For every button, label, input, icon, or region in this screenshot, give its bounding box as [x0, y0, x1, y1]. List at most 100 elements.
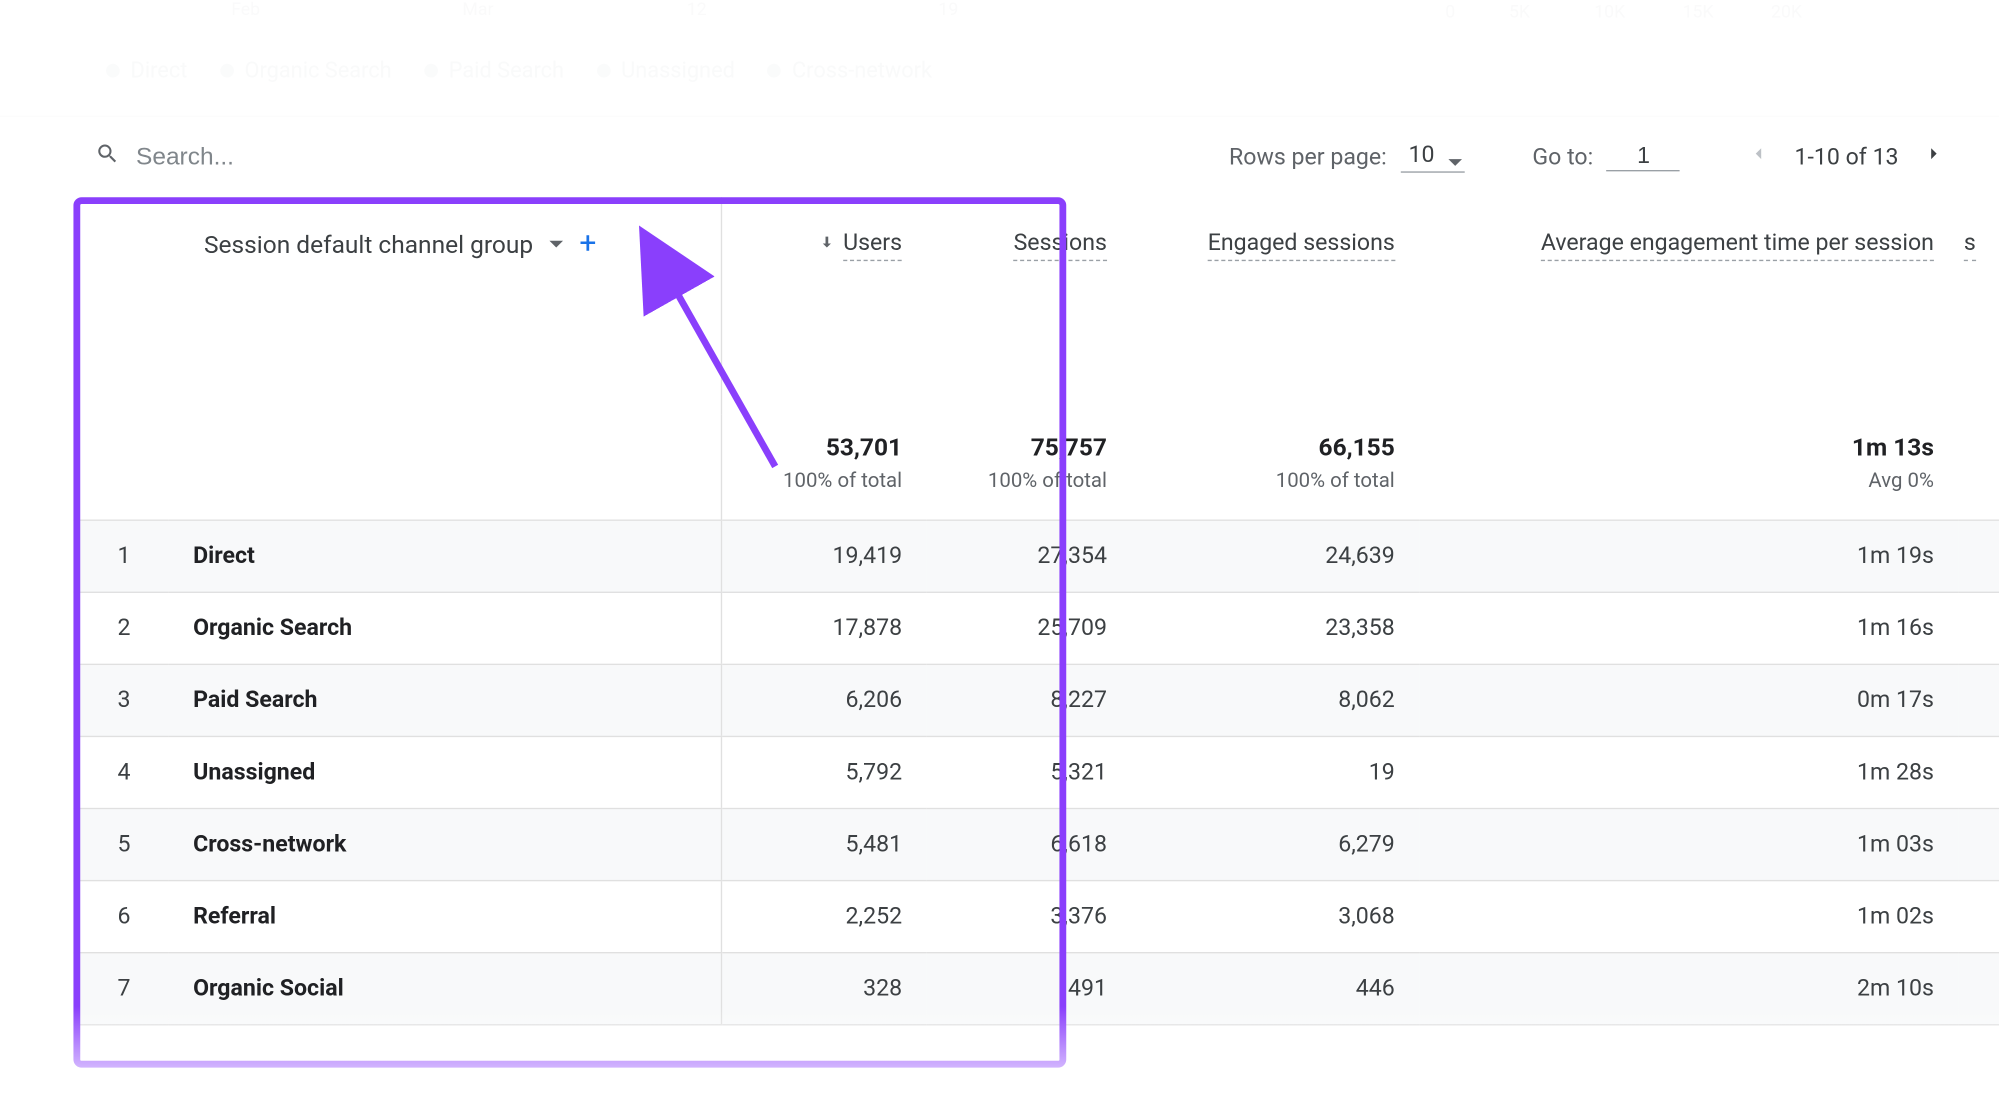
row-index: 3 — [73, 664, 168, 736]
legend-dot-icon — [220, 63, 234, 77]
x-tick: 19 — [938, 0, 958, 20]
row-channel-name[interactable]: Cross-network — [169, 809, 721, 881]
legend-dot-icon — [424, 63, 438, 77]
total-engaged-sub: 100% of total — [1156, 468, 1395, 492]
row-cut — [1958, 881, 1999, 953]
row-avg-eng: 0m 17s — [1419, 664, 1958, 736]
row-channel-name[interactable]: Organic Search — [169, 592, 721, 664]
add-dimension-button[interactable]: + — [579, 230, 596, 260]
row-engaged: 24,639 — [1131, 520, 1419, 592]
table-row[interactable]: 6Referral2,2523,3763,0681m 02s — [73, 881, 1999, 953]
row-avg-eng: 1m 28s — [1419, 736, 1958, 808]
y-tick: 10K — [1594, 3, 1625, 23]
x-tick: 12 — [687, 0, 707, 20]
row-avg-eng: 2m 10s — [1419, 953, 1958, 1025]
column-header-avg-engagement[interactable]: Average engagement time per session — [1419, 197, 1958, 415]
row-sessions: 27,354 — [927, 520, 1132, 592]
legend-dot-icon — [106, 63, 120, 77]
goto-label: Go to: — [1532, 143, 1593, 170]
table-row[interactable]: 1Direct19,41927,35424,6391m 19s — [73, 520, 1999, 592]
row-index: 7 — [73, 953, 168, 1025]
legend-item[interactable]: Direct — [106, 57, 187, 83]
legend-item[interactable]: Organic Search — [220, 57, 392, 83]
row-users: 6,206 — [721, 664, 927, 736]
row-avg-eng: 1m 02s — [1419, 881, 1958, 953]
row-cut — [1958, 592, 1999, 664]
goto-input[interactable] — [1607, 143, 1680, 172]
x-tick: Feb — [231, 0, 260, 20]
column-header-users[interactable]: Users — [721, 197, 927, 415]
row-users: 5,792 — [721, 736, 927, 808]
row-engaged: 3,068 — [1131, 881, 1419, 953]
row-cut — [1958, 809, 1999, 881]
table-row[interactable]: 5Cross-network5,4816,6186,2791m 03s — [73, 809, 1999, 881]
dimension-header[interactable]: Session default channel group + — [73, 197, 720, 415]
row-cut — [1958, 664, 1999, 736]
row-index: 2 — [73, 592, 168, 664]
total-users-sub: 100% of total — [746, 468, 902, 492]
legend-label: Unassigned — [621, 57, 735, 83]
row-sessions: 8,227 — [927, 664, 1132, 736]
sort-desc-icon — [819, 230, 835, 257]
row-cut — [1958, 520, 1999, 592]
row-engaged: 19 — [1131, 736, 1419, 808]
row-channel-name[interactable]: Referral — [169, 881, 721, 953]
rows-per-page: Rows per page: 10 — [1229, 141, 1464, 172]
chart-axis-remnant: Feb Mar 12 19 0 5K 10K 15K 20K — [0, 0, 1999, 41]
rows-per-page-select[interactable]: 10 — [1400, 141, 1464, 172]
chart-legend: Direct Organic Search Paid Search Unassi… — [0, 41, 1999, 117]
row-index: 5 — [73, 809, 168, 881]
row-sessions: 3,376 — [927, 881, 1132, 953]
total-sessions-sub: 100% of total — [951, 468, 1107, 492]
column-header-cut[interactable]: s — [1958, 197, 1999, 415]
row-users: 17,878 — [721, 592, 927, 664]
column-header-engaged-sessions[interactable]: Engaged sessions — [1131, 197, 1419, 415]
table-toolbar: Rows per page: 10 Go to: 1-10 of 13 — [0, 117, 1999, 197]
rows-per-page-value: 10 — [1409, 141, 1435, 168]
row-users: 2,252 — [721, 881, 927, 953]
row-channel-name[interactable]: Paid Search — [169, 664, 721, 736]
legend-item[interactable]: Cross-network — [768, 57, 933, 83]
row-sessions: 491 — [927, 953, 1132, 1025]
legend-dot-icon — [597, 63, 611, 77]
row-engaged: 446 — [1131, 953, 1419, 1025]
table-row[interactable]: 7Organic Social3284914462m 10s — [73, 953, 1999, 1025]
rows-per-page-label: Rows per page: — [1229, 143, 1387, 170]
row-channel-name[interactable]: Direct — [169, 520, 721, 592]
legend-item[interactable]: Paid Search — [424, 57, 564, 83]
row-avg-eng: 1m 03s — [1419, 809, 1958, 881]
y-tick: 20K — [1771, 3, 1802, 23]
table-row[interactable]: 4Unassigned5,7925,321191m 28s — [73, 736, 1999, 808]
next-page-button[interactable] — [1923, 143, 1945, 172]
row-users: 19,419 — [721, 520, 927, 592]
total-sessions: 75,757 — [1031, 434, 1107, 463]
legend-item[interactable]: Unassigned — [597, 57, 735, 83]
prev-page-button[interactable] — [1748, 143, 1770, 172]
y-tick: 15K — [1683, 3, 1714, 23]
search-input[interactable] — [136, 143, 490, 172]
table-row[interactable]: 3Paid Search6,2068,2278,0620m 17s — [73, 664, 1999, 736]
row-engaged: 8,062 — [1131, 664, 1419, 736]
row-index: 6 — [73, 881, 168, 953]
chevron-down-icon — [1448, 150, 1462, 177]
y-tick: 5K — [1509, 3, 1530, 23]
row-avg-eng: 1m 16s — [1419, 592, 1958, 664]
row-index: 1 — [73, 520, 168, 592]
page-range: 1-10 of 13 — [1794, 143, 1898, 170]
y-tick: 0 — [1445, 3, 1455, 23]
row-cut — [1958, 953, 1999, 1025]
dimension-label: Session default channel group — [204, 231, 533, 260]
goto-page: Go to: — [1532, 143, 1680, 172]
row-channel-name[interactable]: Organic Social — [169, 953, 721, 1025]
row-index: 4 — [73, 736, 168, 808]
legend-label: Cross-network — [792, 57, 932, 83]
total-avg-eng-sub: Avg 0% — [1444, 468, 1934, 492]
totals-row: 53,701 100% of total 75,757 100% of tota… — [73, 415, 1999, 520]
column-header-sessions[interactable]: Sessions — [927, 197, 1132, 415]
row-users: 328 — [721, 953, 927, 1025]
table-row[interactable]: 2Organic Search17,87825,70923,3581m 16s — [73, 592, 1999, 664]
row-users: 5,481 — [721, 809, 927, 881]
chevron-down-icon — [549, 231, 563, 258]
row-engaged: 23,358 — [1131, 592, 1419, 664]
row-channel-name[interactable]: Unassigned — [169, 736, 721, 808]
